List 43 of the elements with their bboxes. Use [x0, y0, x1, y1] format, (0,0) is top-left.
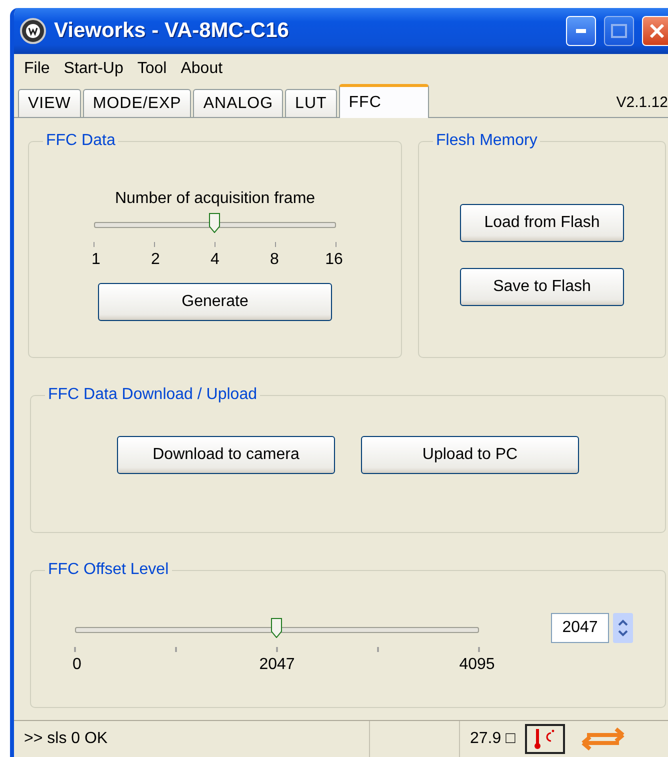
- slider-thumb[interactable]: [271, 618, 282, 638]
- tick-label: 2047: [258, 656, 296, 674]
- tab[interactable]: FFC: [338, 84, 429, 118]
- transfer-button[interactable]: Download to camera: [117, 436, 335, 474]
- window-title: Vieworks - VA-8MC-C16: [54, 19, 290, 43]
- menu-item[interactable]: File: [24, 60, 50, 78]
- menu-item[interactable]: Tool: [137, 60, 167, 78]
- status-message: >> sls 0 OK: [24, 730, 108, 748]
- thermometer-icon[interactable]: [525, 724, 566, 754]
- menu-item[interactable]: Start-Up: [64, 60, 124, 78]
- group-title: Flesh Memory: [435, 132, 538, 150]
- group-title: FFC Offset Level: [47, 561, 170, 579]
- minimize-button[interactable]: [566, 16, 596, 46]
- flash-button[interactable]: Load from Flash: [460, 204, 624, 242]
- menu-item[interactable]: About: [180, 60, 223, 78]
- close-icon: [649, 23, 665, 39]
- tick-label: 8: [269, 251, 280, 269]
- flash-button[interactable]: Save to Flash: [460, 268, 624, 306]
- tab[interactable]: VIEW: [18, 89, 81, 117]
- tab[interactable]: LUT: [285, 89, 337, 117]
- app-logo-icon: [20, 18, 46, 44]
- close-button[interactable]: [642, 16, 668, 46]
- tick-label: 4: [210, 251, 220, 269]
- tick-label: 1: [90, 251, 102, 269]
- version-label: V2.1.12: [616, 94, 668, 113]
- group-title: FFC Data: [45, 132, 116, 150]
- slider-thumb[interactable]: [209, 213, 220, 233]
- tick-label: 0: [72, 656, 82, 674]
- transfer-button[interactable]: Upload to PC: [361, 436, 579, 474]
- tab[interactable]: MODE/EXP: [82, 89, 192, 117]
- tick-label: 2: [150, 251, 161, 269]
- group-title: FFC Data Download / Upload: [47, 386, 258, 404]
- slider-label: Number of acquisition frame: [114, 190, 316, 208]
- tick-label: 4095: [458, 656, 496, 674]
- maximize-icon: [611, 24, 627, 38]
- minimize-icon: [576, 29, 586, 33]
- tab[interactable]: ANALOG: [193, 89, 284, 117]
- temperature-reading: 27.9 □: [470, 730, 516, 748]
- offset-value-field[interactable]: 2047: [551, 613, 609, 643]
- maximize-button[interactable]: [604, 16, 634, 46]
- generate-button[interactable]: Generate: [98, 283, 332, 321]
- spin-buttons[interactable]: [613, 613, 633, 643]
- tick-label: 16: [324, 251, 344, 269]
